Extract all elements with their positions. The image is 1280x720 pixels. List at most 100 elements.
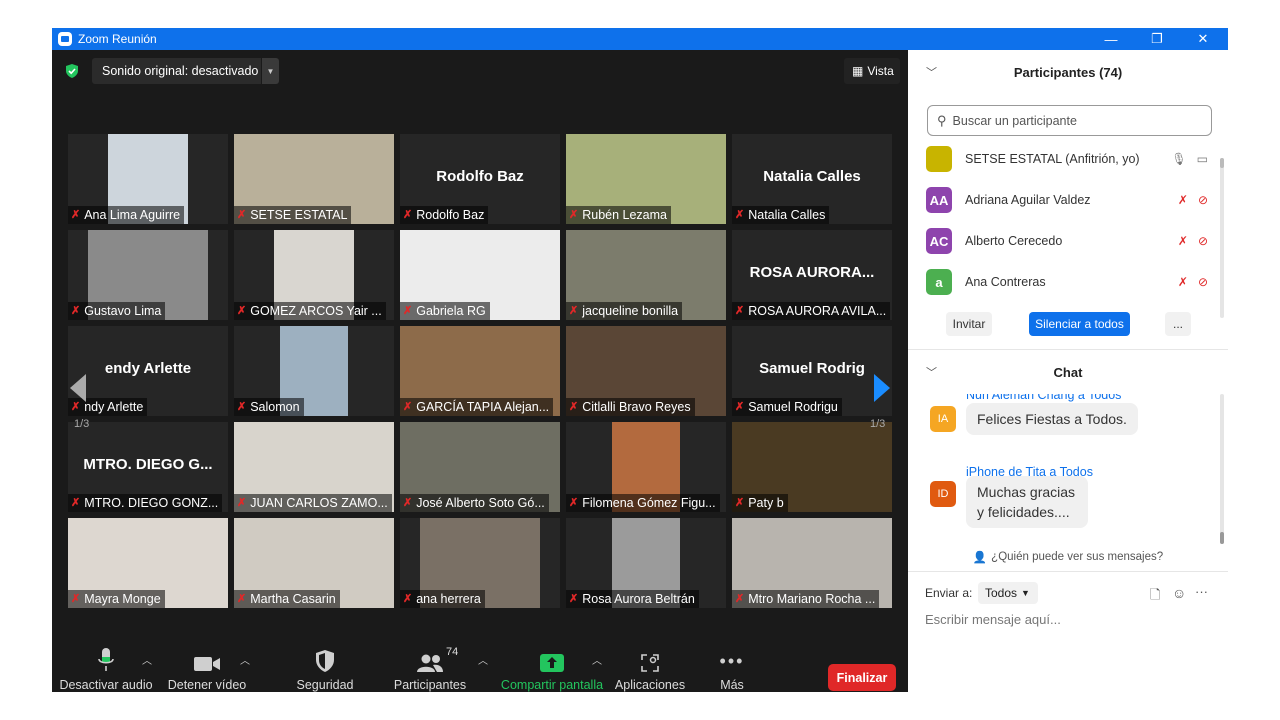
participants-options-caret-icon[interactable]: ︿: [478, 652, 488, 667]
participant-tile[interactable]: ✗ Mayra Monge: [68, 518, 228, 608]
participant-tile[interactable]: MTRO. DIEGO G... ✗ MTRO. DIEGO GONZ...: [68, 422, 228, 512]
collapse-chevron-icon[interactable]: ﹀: [926, 364, 937, 380]
participant-name-label: ✗ Salomon: [234, 398, 304, 416]
send-to-select[interactable]: Todos ▼: [978, 582, 1038, 604]
participant-list-scrollbar[interactable]: [1220, 158, 1224, 318]
participant-tile[interactable]: ✗ jacqueline bonilla: [566, 230, 726, 320]
participant-name: José Alberto Soto Gó...: [416, 496, 545, 510]
video-off-icon[interactable]: ⊘: [1198, 275, 1208, 289]
file-icon[interactable]: 🗋: [1150, 586, 1160, 608]
chat-more-icon[interactable]: ···: [1195, 584, 1208, 599]
chat-avatar: IA: [930, 406, 956, 432]
stop-video-button[interactable]: Detener vídeo: [166, 640, 248, 692]
security-button[interactable]: Seguridad: [290, 640, 360, 692]
microphone-icon[interactable]: 🎙: [1171, 152, 1186, 166]
participant-tile[interactable]: Samuel Rodrig ✗ Samuel Rodrigu: [732, 326, 892, 416]
participant-name: Citlalli Bravo Reyes: [582, 400, 691, 414]
participant-name: jacqueline bonilla: [582, 304, 679, 318]
original-sound-button[interactable]: Sonido original: desactivado: [92, 58, 278, 84]
participant-name-label: ✗ Rosa Aurora Beltrán: [566, 590, 699, 608]
muted-mic-icon: ✗: [569, 401, 579, 413]
participant-tile[interactable]: Natalia Calles ✗ Natalia Calles: [732, 134, 892, 224]
close-button[interactable]: ✕: [1180, 28, 1226, 50]
collapse-chevron-icon[interactable]: ﹀: [926, 64, 937, 80]
participant-display-name: Samuel Rodrig: [759, 360, 865, 377]
share-screen-label: Compartir pantalla: [500, 678, 604, 692]
meeting-toolbar: Desactivar audio ︿ Detener vídeo ︿ Segur…: [52, 640, 908, 692]
participant-row[interactable]: SETSE ESTATAL (Anfitrión, yo) 🎙 ▭: [926, 144, 1216, 174]
participants-more-button[interactable]: ...: [1165, 312, 1191, 336]
encryption-shield-icon[interactable]: [65, 64, 79, 78]
view-button[interactable]: ▦ Vista: [844, 58, 900, 84]
participant-tile[interactable]: ✗ SETSE ESTATAL: [234, 134, 394, 224]
participant-tile[interactable]: ✗ Ana Lima Aguirre: [68, 134, 228, 224]
emoji-icon[interactable]: ☺: [1172, 585, 1186, 601]
participant-display-name: MTRO. DIEGO G...: [83, 456, 213, 473]
participant-name: Mtro Mariano Rocha ...: [748, 592, 876, 606]
participant-name-label: ✗ Rubén Lezama: [566, 206, 671, 224]
minimize-button[interactable]: —: [1088, 28, 1134, 50]
who-can-see-link[interactable]: 👤 ¿Quién puede ver sus mensajes?: [908, 548, 1228, 566]
participants-title: Participantes (74): [1013, 64, 1123, 80]
send-to-label: Enviar a:: [925, 586, 973, 600]
avatar: AC: [926, 228, 952, 254]
apps-button[interactable]: Aplicaciones: [614, 640, 686, 692]
chat-title: Chat: [1053, 364, 1083, 380]
participant-tile[interactable]: ✗ ana herrera: [400, 518, 560, 608]
participant-name-label: ✗ ROSA AURORA AVILA...: [732, 302, 891, 320]
chevron-down-icon[interactable]: ▼: [261, 58, 279, 84]
microphone-icon: [98, 648, 114, 671]
participant-tile[interactable]: ✗ Mtro Mariano Rocha ...: [732, 518, 892, 608]
participant-row[interactable]: AA Adriana Aguilar Valdez ✗ ⊘: [926, 185, 1216, 215]
participant-tile[interactable]: ✗ Martha Casarin: [234, 518, 394, 608]
mute-all-button[interactable]: Silenciar a todos: [1029, 312, 1130, 336]
participant-name-label: ✗ GARCÍA TAPIA Alejan...: [400, 398, 554, 416]
muted-mic-icon[interactable]: ✗: [1178, 234, 1188, 248]
chat-message-input[interactable]: Escribir mensaje aquí...: [925, 612, 1215, 632]
participant-tile[interactable]: Rodolfo Baz ✗ Rodolfo Baz: [400, 134, 560, 224]
end-meeting-button[interactable]: Finalizar: [828, 664, 896, 691]
muted-mic-icon[interactable]: ✗: [1178, 193, 1188, 207]
participant-tile[interactable]: ✗ Gabriela RG: [400, 230, 560, 320]
participant-tile[interactable]: ✗ GARCÍA TAPIA Alejan...: [400, 326, 560, 416]
participant-name: ana herrera: [416, 592, 481, 606]
meeting-area: Sonido original: desactivado ▼ ▦ Vista ✗ A…: [52, 50, 908, 692]
participant-row[interactable]: AC Alberto Cerecedo ✗ ⊘: [926, 226, 1216, 256]
share-screen-button[interactable]: Compartir pantalla: [500, 640, 604, 692]
participant-tile[interactable]: ✗ JUAN CARLOS ZAMO...: [234, 422, 394, 512]
page-indicator-left: 1/3: [74, 418, 90, 430]
participant-tile[interactable]: endy Arlette ✗ ndy Arlette: [68, 326, 228, 416]
participant-tile[interactable]: ROSA AURORA... ✗ ROSA AURORA AVILA...: [732, 230, 892, 320]
participant-row[interactable]: a Ana Contreras ✗ ⊘: [926, 267, 1216, 297]
participant-tile[interactable]: ✗ Citlalli Bravo Reyes: [566, 326, 726, 416]
more-button[interactable]: ••• Más: [712, 640, 752, 692]
chat-scrollbar[interactable]: [1220, 394, 1224, 544]
participant-search-input[interactable]: ⚲ Buscar un participante: [927, 105, 1212, 136]
participant-tile[interactable]: ✗ Salomon: [234, 326, 394, 416]
participant-tile[interactable]: ✗ Filomena Gómez Figu...: [566, 422, 726, 512]
mute-audio-button[interactable]: Desactivar audio: [59, 640, 153, 692]
participant-tile[interactable]: ✗ Paty b: [732, 422, 892, 512]
restore-button[interactable]: ❐: [1134, 28, 1180, 50]
audio-options-caret-icon[interactable]: ︿: [142, 652, 152, 667]
video-off-icon[interactable]: ⊘: [1198, 234, 1208, 248]
participant-tile[interactable]: ✗ Gustavo Lima: [68, 230, 228, 320]
participant-tile[interactable]: ✗ GOMEZ ARCOS Yair ...: [234, 230, 394, 320]
participant-tile[interactable]: ✗ Rosa Aurora Beltrán: [566, 518, 726, 608]
share-options-caret-icon[interactable]: ︿: [592, 652, 602, 667]
grid-icon: ▦: [852, 64, 864, 78]
video-options-caret-icon[interactable]: ︿: [240, 652, 250, 667]
video-off-icon[interactable]: ⊘: [1198, 193, 1208, 207]
video-camera-icon[interactable]: ▭: [1197, 152, 1208, 166]
participant-tile[interactable]: ✗ Rubén Lezama: [566, 134, 726, 224]
muted-mic-icon: ✗: [735, 401, 745, 413]
participant-tile[interactable]: ✗ José Alberto Soto Gó...: [400, 422, 560, 512]
participant-row-name: SETSE ESTATAL (Anfitrión, yo): [965, 152, 1140, 166]
chat-header: ﹀ Chat: [908, 350, 1228, 394]
next-page-arrow-icon[interactable]: [874, 374, 890, 402]
previous-page-arrow-icon[interactable]: [70, 374, 86, 402]
participant-name-label: ✗ Filomena Gómez Figu...: [566, 494, 720, 512]
muted-mic-icon: ✗: [403, 305, 413, 317]
muted-mic-icon[interactable]: ✗: [1178, 275, 1188, 289]
invite-button[interactable]: Invitar: [946, 312, 992, 336]
